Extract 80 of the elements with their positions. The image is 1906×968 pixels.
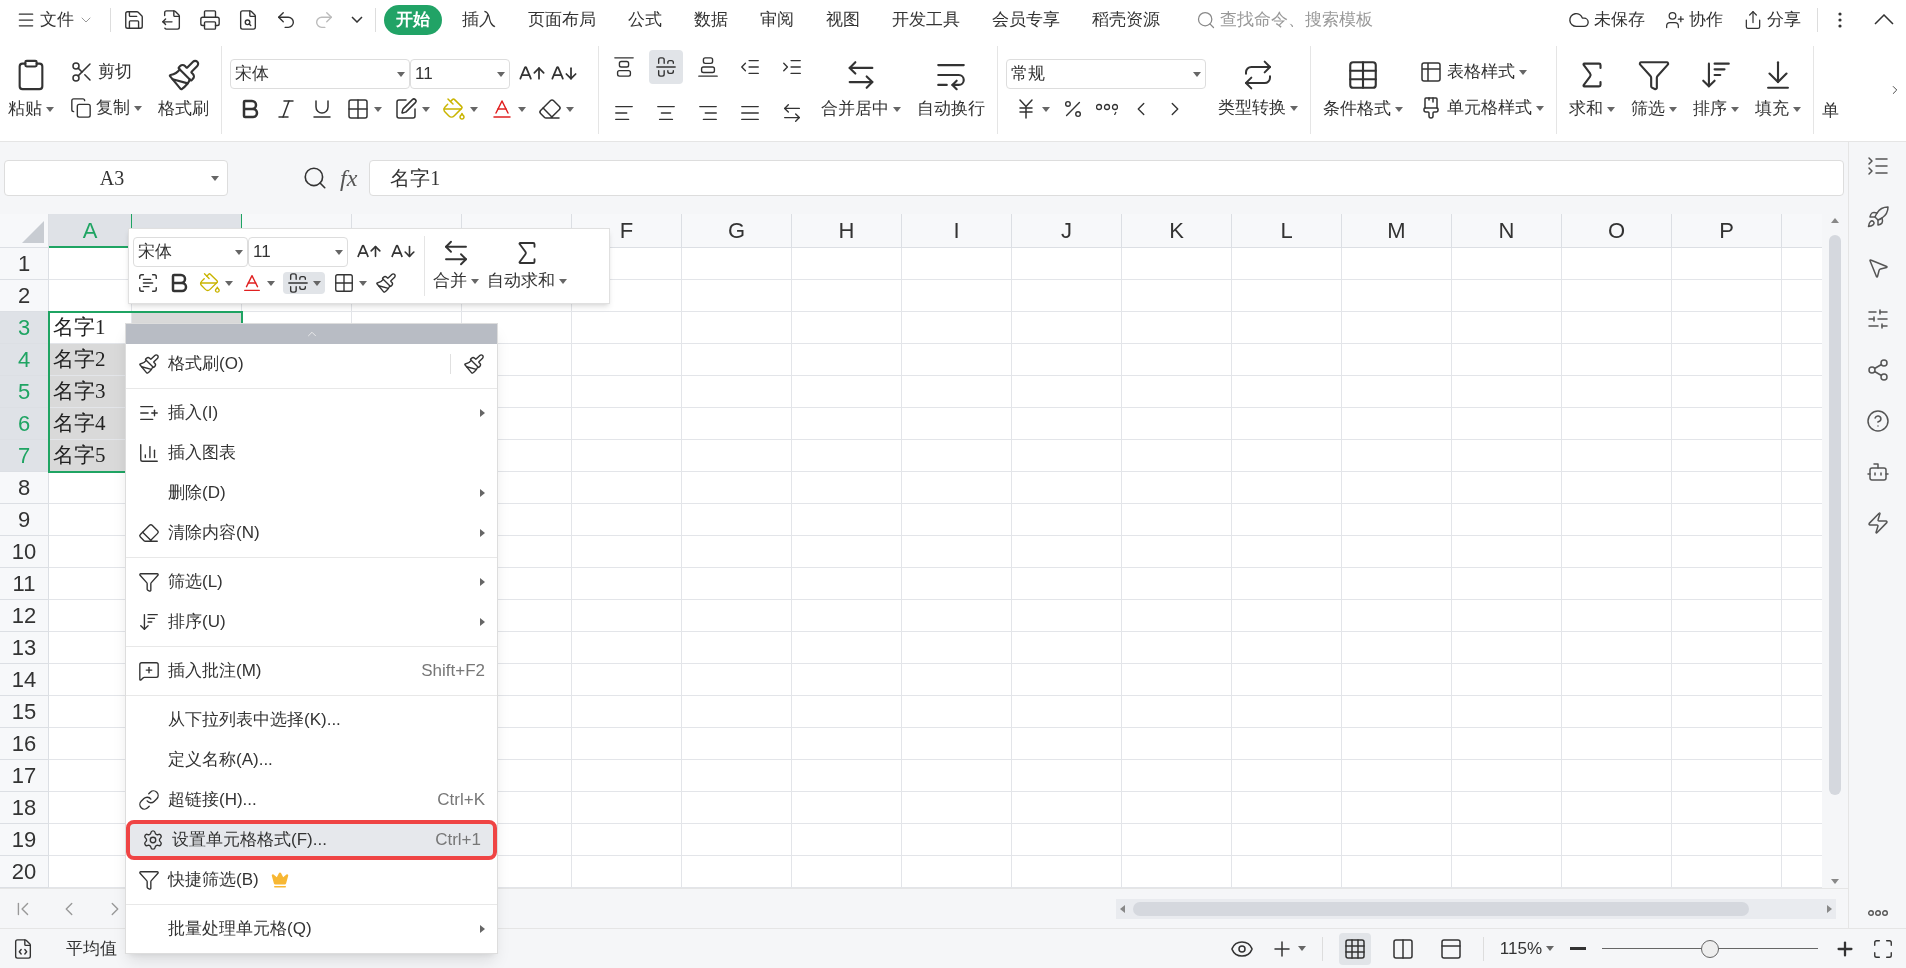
column-header[interactable]: K [1122,214,1232,248]
column-header[interactable]: N [1452,214,1562,248]
row-header[interactable]: 17 [0,760,49,792]
column-header[interactable]: J [1012,214,1122,248]
column-header[interactable]: I [902,214,1012,248]
menu-item[interactable]: 筛选(L) [126,562,497,602]
ribbon-tab[interactable]: 审阅 [748,4,806,35]
column-header[interactable]: G [682,214,792,248]
column-header[interactable]: M [1342,214,1452,248]
shortcut-text: Ctrl+K [437,789,485,812]
ribbon-tab[interactable]: 稻壳资源 [1080,4,1172,35]
ribbon-tab[interactable]: 会员专享 [980,4,1072,35]
ribbon-tab[interactable]: 开发工具 [880,4,972,35]
ribbon-tab[interactable]: 插入 [450,4,508,35]
font-size-select[interactable]: 11 [410,59,510,89]
row-header[interactable]: 8 [0,472,49,504]
shortcut-text: Ctrl+1 [435,829,481,852]
menu-item[interactable]: 批量处理单元格(Q) [126,909,497,949]
zoom-level-button[interactable]: 115% [1499,935,1554,962]
merge-button[interactable]: 合并 [433,238,479,294]
format-painter-button[interactable]: 格式刷 [154,48,213,132]
merge-center-button[interactable]: 合并居中 [817,48,905,132]
row-header[interactable]: 19 [0,824,49,856]
summary-text: 平均值 [66,937,117,960]
menu-item[interactable]: 定义名称(A)... [126,740,497,780]
type-convert-button[interactable]: 类型转换 [1214,48,1302,132]
menu-item[interactable]: 删除(D) [126,473,497,513]
filter-button[interactable]: 筛选 [1627,48,1681,132]
row-header[interactable]: 18 [0,792,49,824]
column-header[interactable]: O [1562,214,1672,248]
menu-item[interactable]: 排序(U) [126,602,497,642]
conditional-format-button[interactable]: 条件格式 [1319,48,1407,132]
ribbon-tab[interactable]: 公式 [616,4,674,35]
row-header[interactable]: 15 [0,696,49,728]
wrap-text-button[interactable]: 自动换行 [913,48,989,132]
copy-button[interactable]: 复制 [66,90,146,126]
row-header[interactable]: 10 [0,536,49,568]
row-header[interactable]: 1 [0,248,49,280]
sum-button[interactable]: 求和 [1565,48,1619,132]
sort-button[interactable]: 排序 [1689,48,1743,132]
menu-item[interactable]: 从下拉列表中选择(K)... [126,700,497,740]
font-size-select[interactable]: 11 [248,237,348,267]
row-header[interactable]: 16 [0,728,49,760]
column-header[interactable]: P [1672,214,1782,248]
function-button[interactable]: fx [340,160,358,196]
menu-item[interactable]: 清除内容(N) [126,513,497,553]
file-menu[interactable]: 文件 [8,6,102,33]
menu-item[interactable]: 快捷筛选(B) [126,860,497,900]
save-status-button[interactable]: 未保存 [1568,6,1645,33]
number-format-select[interactable]: 常规 [1006,59,1206,89]
paste-button[interactable]: 粘贴 [4,48,58,132]
menu-item[interactable]: 超链接(H)... Ctrl+K [126,780,497,820]
row-header[interactable]: 14 [0,664,49,696]
table-style-button[interactable]: 表格样式 [1415,54,1548,90]
column-header[interactable]: L [1232,214,1342,248]
collaborate-button[interactable]: 协作 [1665,6,1723,33]
menu-item[interactable]: 插入批注(M) Shift+F2 [126,651,497,691]
row-header[interactable]: 9 [0,504,49,536]
ribbon-tab[interactable]: 视图 [814,4,872,35]
autosum-button[interactable]: 自动求和 [487,238,567,294]
row-header[interactable]: 2 [0,280,49,312]
cut-button[interactable]: 剪切 [66,54,146,90]
cell-style-button[interactable]: 单元格样式 [1415,90,1548,126]
ribbon-button[interactable]: 单 [1822,98,1839,124]
row-header[interactable]: 20 [0,856,49,888]
shortcut-text: Shift+F2 [421,660,485,683]
share-button[interactable]: 分享 [1743,6,1801,33]
formula-field[interactable]: 名字1 [369,160,1844,196]
font-select[interactable]: 宋体 [230,59,410,89]
font-select[interactable]: 宋体 [133,237,248,267]
row-header[interactable]: 11 [0,568,49,600]
search-field[interactable]: 查找命令、搜索模板 [1196,6,1416,33]
row-header[interactable]: 12 [0,600,49,632]
fill-button[interactable]: 填充 [1751,48,1805,132]
row-header[interactable]: 13 [0,632,49,664]
ribbon-tab[interactable]: 数据 [682,4,740,35]
column-header[interactable]: H [792,214,902,248]
ribbon-tab[interactable]: 页面布局 [516,4,608,35]
name-box[interactable]: A3 [4,160,228,196]
menu-item[interactable]: 设置单元格格式(F)... Ctrl+1 [126,820,497,860]
